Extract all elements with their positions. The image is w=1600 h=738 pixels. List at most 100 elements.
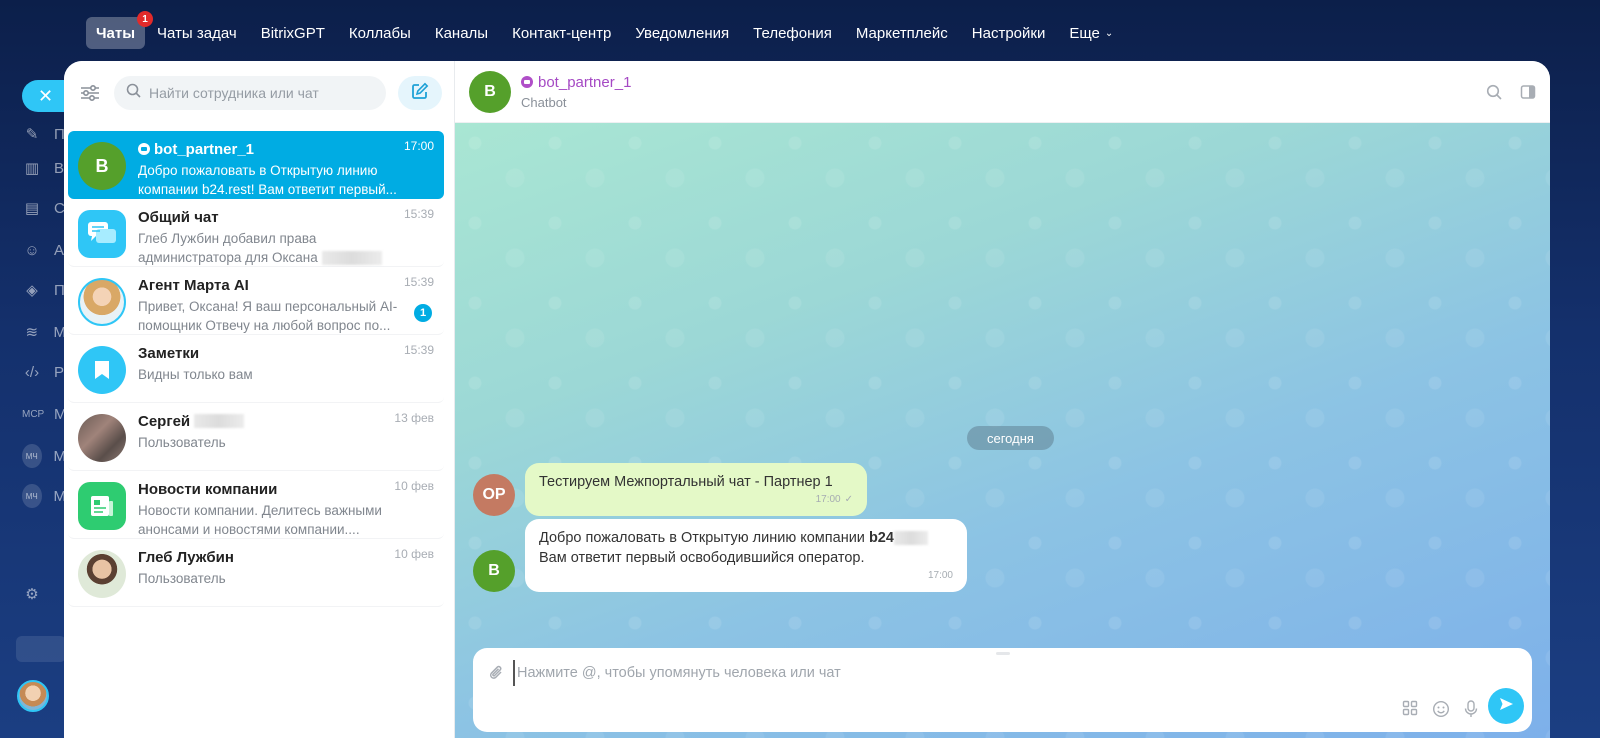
gear-icon: ⚙ [25, 586, 39, 603]
rail-item-box[interactable]: ◈ П [22, 278, 66, 302]
rail-item-analytics[interactable]: ▥ В [22, 156, 66, 180]
unread-badge: 1 [414, 304, 432, 322]
message-input[interactable] [513, 660, 1512, 686]
chat-sidebar: B bot_partner_1 Добро пожаловать в Откры… [64, 61, 455, 738]
search-box [114, 76, 386, 110]
nav-tab-notifications[interactable]: Уведомления [623, 17, 741, 49]
send-button[interactable] [1488, 688, 1524, 724]
emoji-icon[interactable] [1432, 700, 1450, 718]
attach-icon[interactable] [489, 664, 505, 687]
chat-time: 13 фев [394, 411, 434, 425]
marta-avatar [78, 278, 126, 326]
chat-name: Сергей [138, 412, 191, 430]
nav-tab-task-chats[interactable]: Чаты задач [145, 17, 249, 49]
rail-item-mch-1[interactable]: МЧ М [22, 444, 66, 468]
rail-item-card[interactable]: ▤ С [22, 196, 66, 220]
rail-item-mch-2[interactable]: МЧ М [22, 484, 66, 508]
bookmark-icon [78, 346, 126, 394]
chat-item-bot-partner[interactable]: B bot_partner_1 Добро пожаловать в Откры… [68, 131, 444, 199]
chat-preview: Привет, Оксана! Я ваш персональный AI-по… [138, 299, 398, 333]
nav-tab-telephony[interactable]: Телефония [741, 17, 844, 49]
news-icon [78, 482, 126, 530]
nav-tab-settings[interactable]: Настройки [960, 17, 1058, 49]
chat-name: Глеб Лужбин [138, 548, 234, 566]
user-photo [78, 550, 126, 598]
resize-handle[interactable] [995, 652, 1010, 655]
rail-item-mcp[interactable]: MCP М [22, 402, 67, 426]
chat-time: 15:39 [403, 207, 434, 221]
message-bubble[interactable]: Тестируем Межпортальный чат - Партнер 1 … [525, 463, 867, 516]
date-divider: сегодня [967, 426, 1054, 450]
bar-chart-icon: ▥ [24, 160, 40, 177]
new-chat-button[interactable] [398, 76, 442, 110]
chat-title[interactable]: bot_partner_1 [538, 74, 631, 91]
chat-item-gleb[interactable]: Глеб Лужбин Пользователь 10 фев [68, 539, 444, 607]
rail-item-edit[interactable]: ✎ П [22, 122, 66, 146]
chat-item-sergey[interactable]: Сергей Пользователь 13 фев [68, 403, 444, 471]
search-input[interactable] [149, 85, 374, 101]
message-time: 17:00 [815, 494, 841, 505]
nav-tab-collabs[interactable]: Коллабы [337, 17, 423, 49]
chat-preview: Глеб Лужбин добавил права администратора… [138, 229, 434, 267]
nav-tab-marketplace[interactable]: Маркетплейс [844, 17, 960, 49]
chat-time: 17:00 [403, 139, 434, 153]
rail-item-code[interactable]: ‹/› Р [22, 360, 66, 384]
message-time: 17:00 [927, 570, 953, 581]
chat-subtitle: Chatbot [521, 94, 567, 110]
code-icon: ‹/› [24, 363, 40, 381]
bot-icon [138, 143, 150, 155]
nav-tab-contact-center[interactable]: Контакт-центр [500, 17, 623, 49]
chat-preview: Пользователь [138, 571, 226, 586]
microphone-icon[interactable] [1464, 700, 1478, 718]
chat-name: Общий чат [138, 208, 219, 226]
messenger-window: B bot_partner_1 Добро пожаловать в Откры… [64, 61, 1550, 738]
general-chat-icon [78, 210, 126, 258]
user-photo-blurred [78, 414, 126, 462]
search-row [64, 61, 454, 125]
user-avatar[interactable] [17, 680, 49, 712]
chat-item-agent-marta[interactable]: Агент Марта AI Привет, Оксана! Я ваш пер… [68, 267, 444, 335]
top-navigation: Чаты 1 Чаты задач BitrixGPT Коллабы Кана… [86, 11, 1125, 50]
nav-tab-more[interactable]: Еще ⌄ [1057, 17, 1125, 49]
close-button[interactable]: ✕ [22, 80, 70, 112]
message-text: Добро пожаловать в Открытую линию компан… [539, 530, 869, 546]
avatar: МЧ [22, 484, 42, 508]
avatar[interactable]: B [469, 70, 511, 113]
check-icon: ✓ [844, 494, 853, 505]
chat-item-company-news[interactable]: Новости компании Новости компании. Делит… [68, 471, 444, 539]
avatar: B [78, 142, 126, 190]
rail-item-settings[interactable]: ⚙ [22, 582, 66, 606]
avatar[interactable]: OP [473, 474, 515, 516]
chat-preview: Добро пожаловать в Открытую линию компан… [138, 163, 397, 197]
chat-item-notes[interactable]: Заметки Видны только вам 15:39 [68, 335, 444, 403]
chat-name: Заметки [138, 344, 200, 362]
message-composer [473, 648, 1532, 732]
rail-item-mobile[interactable]: ≋ М [22, 320, 66, 344]
card-icon: ▤ [24, 200, 40, 217]
search-icon[interactable] [1486, 84, 1502, 100]
avatar: МЧ [22, 444, 42, 468]
avatar[interactable]: B [473, 550, 515, 592]
chat-name: bot_partner_1 [154, 140, 255, 158]
redacted-text [893, 531, 928, 546]
message-bubble[interactable]: Добро пожаловать в Открытую линию компан… [525, 519, 967, 592]
sidebar-toggle-icon[interactable] [1520, 84, 1536, 100]
chat-item-general[interactable]: Общий чат Глеб Лужбин добавил права адми… [68, 199, 444, 267]
chat-time: 15:39 [403, 343, 434, 357]
nav-tab-chats[interactable]: Чаты 1 [86, 11, 154, 49]
chat-list: B bot_partner_1 Добро пожаловать в Откры… [64, 125, 454, 607]
nav-tab-bitrixgpt[interactable]: BitrixGPT [249, 17, 337, 49]
chat-preview: Новости компании. Делитесь важными анонс… [138, 503, 382, 537]
redacted-text [321, 251, 382, 266]
send-icon [1498, 696, 1514, 717]
bot-icon [521, 76, 533, 88]
chevron-down-icon: ⌄ [1104, 27, 1114, 39]
apps-icon[interactable] [1402, 700, 1418, 718]
robot-icon: ☺ [24, 241, 40, 259]
mcp-label: MCP [22, 408, 45, 420]
message: B Добро пожаловать в Открытую линию комп… [473, 519, 967, 592]
nav-tab-channels[interactable]: Каналы [423, 17, 500, 49]
filter-icon[interactable] [78, 81, 102, 105]
rail-item-bot[interactable]: ☺ А [22, 238, 66, 262]
cube-icon: ◈ [26, 282, 38, 299]
